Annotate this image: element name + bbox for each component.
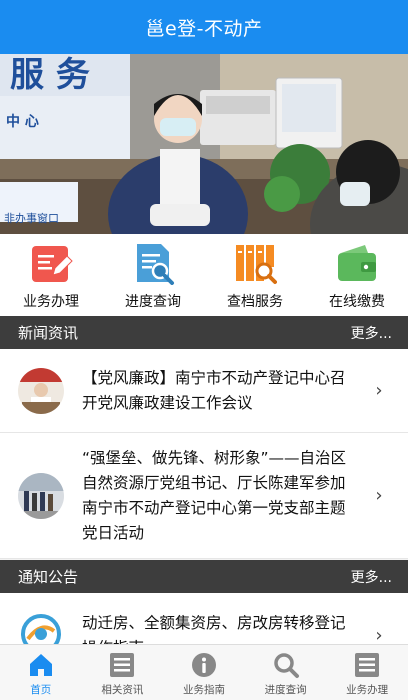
news-title: “强堡垒、做先锋、树形象”——自治区自然资源厅党组书记、厅长陈建军参加南宁市不动… [82, 448, 347, 542]
quick-action-business[interactable]: 业务办理 [0, 234, 102, 316]
news-title: 【党风廉政】南宁市不动产登记中心召开党风廉政建设工作会议 [82, 368, 346, 412]
news-more-link[interactable]: 更多... [351, 323, 392, 343]
quick-action-archive[interactable]: 查档服务 [204, 234, 306, 316]
news-thumbnail [18, 472, 64, 519]
news-thumbnail-photo [18, 472, 64, 519]
app-header: 邕e登-不动产 [0, 0, 408, 54]
bottom-tab-bar: 首页 相关资讯 业务指南 进度查询 业务办理 [0, 644, 408, 700]
notice-section-title: 通知公告 [18, 568, 79, 586]
home-icon [29, 654, 52, 676]
archive-search-icon [236, 245, 277, 284]
list-icon [110, 653, 135, 677]
tab-related-news[interactable]: 相关资讯 [82, 645, 164, 700]
tab-business-guide[interactable]: 业务指南 [163, 645, 245, 700]
banner-sign-big: 服 务 [10, 55, 90, 95]
news-item[interactable]: 【党风廉政】南宁市不动产登记中心召开党风廉政建设工作会议 › [0, 349, 408, 433]
news-section-header: 新闻资讯 更多... [0, 316, 408, 349]
news-thumbnail [18, 367, 64, 414]
tab-label: 业务指南 [182, 684, 225, 696]
quick-action-progress[interactable]: 进度查询 [102, 234, 204, 316]
edit-icon [32, 246, 73, 282]
chevron-right-icon: › [375, 485, 383, 506]
chevron-right-icon: › [375, 380, 383, 401]
wallet-icon [338, 245, 376, 281]
quick-action-label: 查档服务 [227, 294, 283, 310]
tab-home[interactable]: 首页 [0, 645, 82, 700]
quick-action-label: 业务办理 [23, 294, 79, 310]
chevron-right-icon: › [375, 625, 383, 646]
app-title: 邕e登-不动产 [145, 17, 263, 40]
search-icon [273, 653, 299, 678]
tab-business-handling[interactable]: 业务办理 [326, 645, 408, 700]
document-search-icon [137, 244, 174, 285]
list-icon [355, 653, 380, 677]
quick-action-label: 进度查询 [125, 294, 181, 310]
quick-action-label: 在线缴费 [329, 294, 385, 310]
banner-photo: 服 务 中 心 非办事窗口 [0, 54, 408, 234]
banner-sign-small: 中 心 [6, 113, 39, 130]
notice-more-link[interactable]: 更多... [351, 567, 392, 587]
tab-progress-query[interactable]: 进度查询 [245, 645, 327, 700]
quick-actions: 业务办理 进度查询 查档服务 在线缴费 [0, 234, 408, 316]
quick-action-payment[interactable]: 在线缴费 [306, 234, 408, 316]
news-thumbnail-photo [18, 367, 64, 414]
tab-label: 进度查询 [264, 684, 307, 696]
banner-image[interactable]: 服 务 中 心 非办事窗口 [0, 54, 408, 234]
tab-label: 首页 [30, 684, 52, 696]
tab-label: 业务办理 [346, 684, 389, 696]
notice-section-header: 通知公告 更多... [0, 560, 408, 593]
info-icon [191, 653, 216, 677]
news-item[interactable]: “强堡垒、做先锋、树形象”——自治区自然资源厅党组书记、厅长陈建军参加南宁市不动… [0, 433, 408, 559]
banner-desk-label: 非办事窗口 [4, 211, 59, 225]
tab-label: 相关资讯 [101, 684, 144, 696]
news-section-title: 新闻资讯 [18, 324, 79, 342]
